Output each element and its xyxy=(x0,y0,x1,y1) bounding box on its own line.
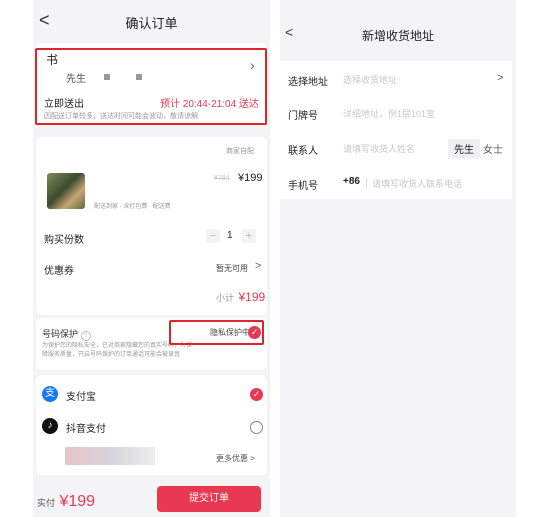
quantity-value[interactable]: 1 xyxy=(227,230,233,241)
country-code[interactable]: +86 xyxy=(343,176,360,187)
page-title: 确认订单 xyxy=(125,16,178,31)
new-address-screen: < 新增收货地址 选择地址 选择收货地址 > 门牌号 详细地址，例1层101室 … xyxy=(280,0,516,517)
alipay-icon: 支 xyxy=(42,386,58,402)
alipay-radio-checked[interactable]: ✓ xyxy=(250,388,263,401)
privacy-label-text: 号码保护 xyxy=(42,329,79,339)
quantity-minus-button[interactable]: − xyxy=(206,229,220,243)
subtotal-value: ¥199 xyxy=(238,290,266,304)
chevron-right-icon: > xyxy=(255,260,262,272)
field-label: 手机号 xyxy=(288,181,318,192)
chevron-right-icon: > xyxy=(250,454,255,463)
select-address-row[interactable]: 选择地址 选择收货地址 > xyxy=(280,61,512,95)
gender-option-male[interactable]: 先生 xyxy=(448,139,480,158)
divider xyxy=(366,178,367,188)
field-label: 选择地址 xyxy=(288,77,328,88)
item-price: ¥199 xyxy=(238,172,263,184)
quantity-label: 购买份数 xyxy=(44,235,84,246)
more-offers-label: 更多优惠 xyxy=(216,454,248,463)
blurred-promo xyxy=(65,447,155,465)
select-address-placeholder[interactable]: 选择收货地址 xyxy=(343,73,397,86)
field-label: 联系人 xyxy=(288,146,318,157)
phone-input[interactable]: 请填写收货人联系电话 xyxy=(372,177,462,190)
product-thumbnail[interactable] xyxy=(47,173,85,209)
coupon-value[interactable]: 暂无可用 xyxy=(216,263,248,274)
privacy-label: 号码保护 ? xyxy=(42,327,91,341)
subtotal-label: 小计 xyxy=(216,293,235,303)
house-number-row[interactable]: 门牌号 详细地址，例1层101室 xyxy=(280,96,512,130)
item-desc: 配送到家 · 含打包费 · 配送费 xyxy=(94,204,171,210)
more-offers-link[interactable]: 更多优惠 > xyxy=(216,453,255,464)
contact-name-input[interactable]: 请填写收货人姓名 xyxy=(343,142,415,155)
submit-order-button[interactable]: 提交订单 xyxy=(157,486,261,512)
paid-label: 实付 xyxy=(37,498,56,508)
coupon-label: 优惠券 xyxy=(44,266,74,277)
contact-row[interactable]: 联系人 请填写收货人姓名 先生 女士 xyxy=(280,131,512,165)
payment-card: 支 支付宝 ✓ ♪ 抖音支付 更多优惠 > xyxy=(36,375,267,475)
phone-row[interactable]: 手机号 +86 请填写收货人联系电话 xyxy=(280,166,512,200)
paid-value: ¥199 xyxy=(59,493,96,510)
info-icon[interactable]: ? xyxy=(80,331,91,341)
address-highlight-box xyxy=(35,48,267,125)
field-label: 门牌号 xyxy=(288,111,318,122)
douyin-icon: ♪ xyxy=(42,418,58,434)
chevron-right-icon: > xyxy=(497,72,504,84)
quantity-plus-button[interactable]: + xyxy=(242,229,256,243)
address-form: 选择地址 选择收货地址 > 门牌号 详细地址，例1层101室 联系人 请填写收货… xyxy=(280,61,512,199)
gender-option-female[interactable]: 女士 xyxy=(477,139,509,158)
old-price: ¥784 xyxy=(214,175,230,182)
douyin-radio[interactable] xyxy=(250,421,263,434)
privacy-highlight-box xyxy=(169,320,264,345)
house-number-input[interactable]: 详细地址，例1层101室 xyxy=(343,107,435,120)
paid-total: 实付 ¥199 xyxy=(37,493,95,511)
item-card: 商家自配 ¥784 ¥199 配送到家 · 含打包费 · 配送费 购买份数 − … xyxy=(36,137,267,315)
douyin-label[interactable]: 抖音支付 xyxy=(66,420,106,435)
shop-tag: 商家自配 xyxy=(226,148,254,155)
order-screen: < 确认订单 书 先生 › 立即送出 预计 20:44-21:04 送达 因配送… xyxy=(33,0,270,517)
subtotal: 小计 ¥199 xyxy=(216,288,265,306)
page-title: 新增收货地址 xyxy=(361,29,434,43)
alipay-label[interactable]: 支付宝 xyxy=(66,388,96,403)
